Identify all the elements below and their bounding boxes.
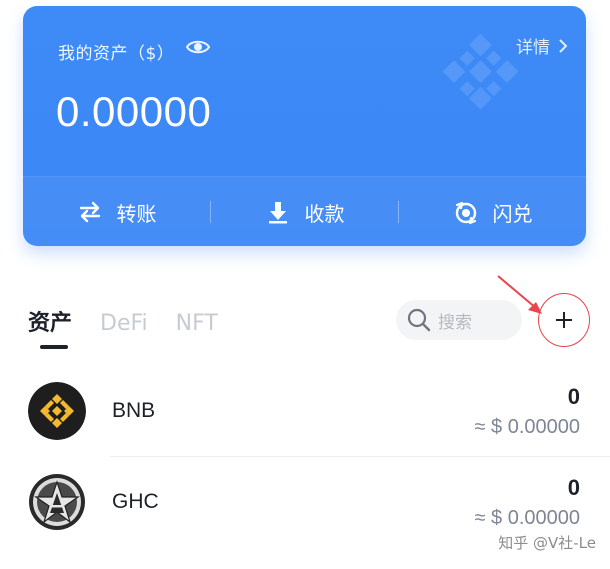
transfer-icon	[79, 201, 100, 223]
bnb-watermark-icon	[442, 33, 519, 110]
receive-icon	[268, 202, 287, 224]
chevron-right-icon	[559, 38, 568, 53]
wallet-home: 我的资产（$） 详情 0.00000 转账 收款 闪兑 资产 DeFi NFT …	[0, 0, 610, 569]
active-tab-indicator	[40, 345, 68, 349]
eye-icon[interactable]	[185, 36, 211, 58]
swap-label: 闪兑	[492, 201, 533, 226]
plus-icon	[556, 312, 572, 328]
tab-assets[interactable]: 资产	[28, 305, 72, 337]
asset-label: 我的资产（$）	[58, 44, 175, 64]
search-icon	[407, 308, 431, 332]
token-symbol: BNB	[112, 399, 156, 422]
asset-card: 我的资产（$） 详情 0.00000 转账 收款 闪兑	[23, 6, 586, 246]
swap-button[interactable]: 闪兑	[399, 198, 586, 227]
asset-tabs: 资产 DeFi NFT	[28, 305, 218, 337]
tab-defi[interactable]: DeFi	[100, 311, 148, 336]
asset-card-header: 我的资产（$） 详情 0.00000	[23, 6, 586, 176]
token-symbol: GHC	[112, 490, 159, 513]
token-amount: 0	[567, 384, 580, 409]
transfer-button[interactable]: 转账	[23, 198, 210, 227]
token-amount: 0	[567, 475, 580, 500]
ghc-logo-icon	[29, 474, 85, 530]
transfer-label: 转账	[116, 201, 157, 226]
asset-card-actions: 转账 收款 闪兑	[23, 176, 586, 246]
token-row-bnb[interactable]: BNB 0 ≈ $ 0.00000	[0, 366, 610, 456]
tab-nft[interactable]: NFT	[176, 311, 218, 336]
bnb-logo-icon	[28, 382, 86, 440]
receive-button[interactable]: 收款	[211, 198, 398, 227]
balance-value: 0.00000	[56, 88, 212, 135]
token-fiat-value: ≈ $ 0.00000	[474, 416, 580, 438]
swap-icon	[455, 201, 476, 225]
add-token-button[interactable]	[538, 293, 590, 347]
receive-label: 收款	[304, 201, 345, 226]
watermark: 知乎 @V社-Le	[498, 534, 596, 552]
token-fiat-value: ≈ $ 0.00000	[474, 507, 580, 529]
search-placeholder: 搜索	[438, 312, 472, 333]
